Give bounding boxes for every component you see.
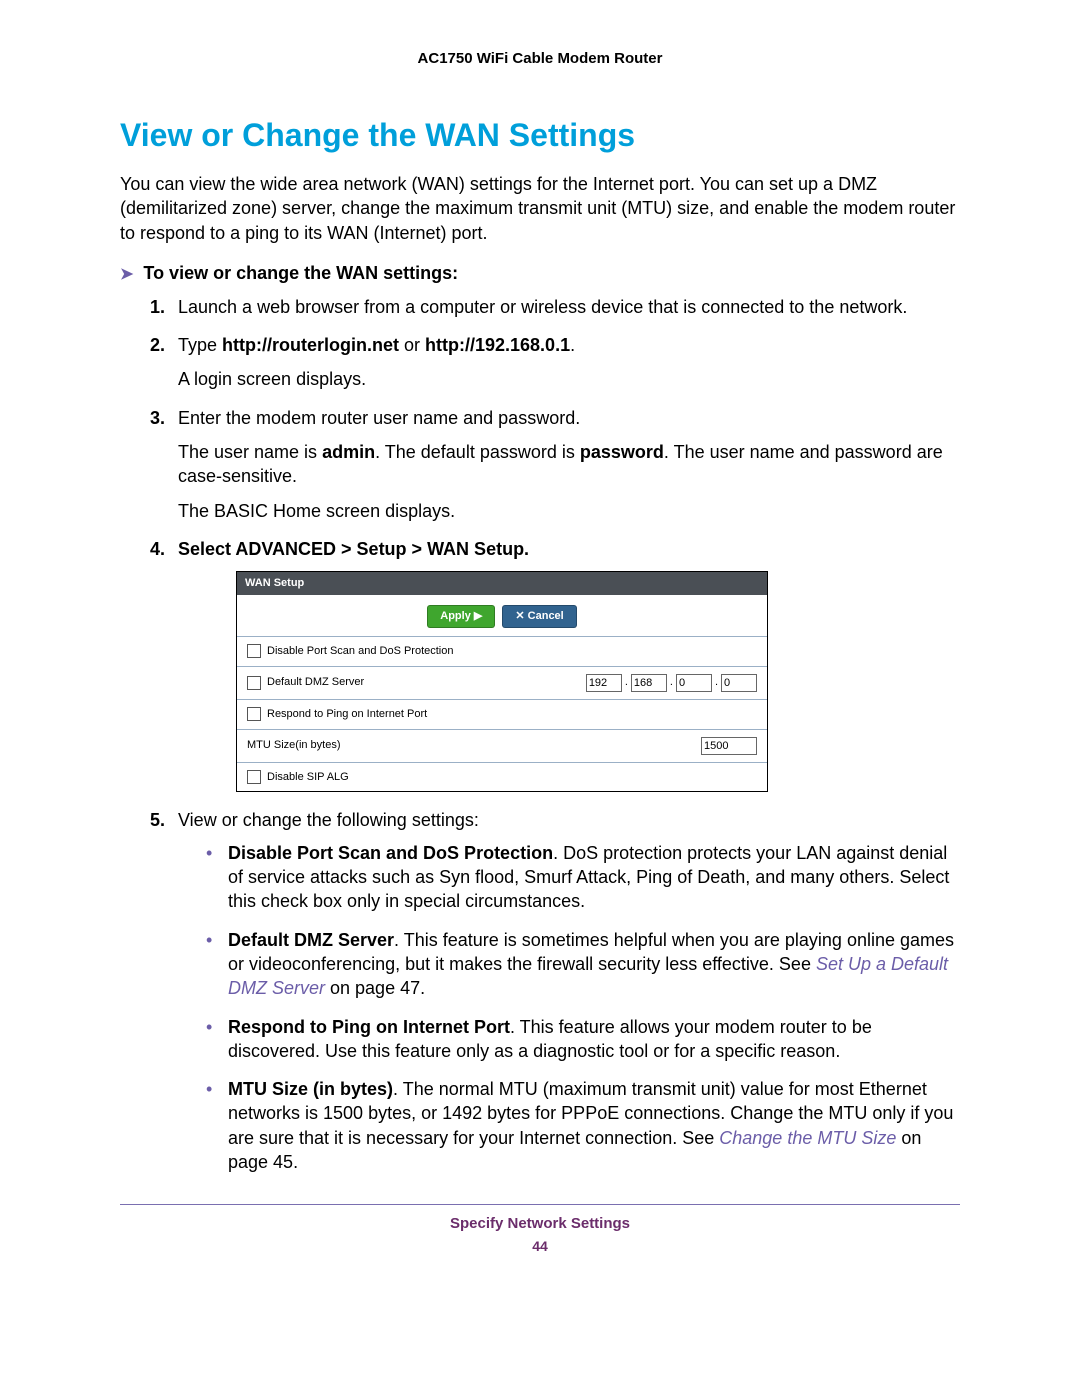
bullet-mtu: MTU Size (in bytes). The normal MTU (max… bbox=[206, 1077, 960, 1174]
bullet-text: on page 47. bbox=[325, 978, 425, 998]
bullet-ping: Respond to Ping on Internet Port. This f… bbox=[206, 1015, 960, 1064]
footer-title: Specify Network Settings bbox=[120, 1215, 960, 1232]
step-text: Enter the modem router user name and pas… bbox=[178, 408, 580, 428]
mtu-input[interactable] bbox=[701, 737, 757, 755]
step-subtext: The user name is admin. The default pass… bbox=[178, 440, 960, 489]
figure-row-portscan: Disable Port Scan and DoS Protection bbox=[237, 636, 767, 666]
step-number: 1. bbox=[150, 295, 165, 319]
step-number: 3. bbox=[150, 406, 165, 430]
step-text: View or change the following settings: bbox=[178, 810, 479, 830]
step-1: 1. Launch a web browser from a computer … bbox=[150, 295, 960, 319]
wan-setup-figure: WAN Setup Apply ▶ ✕ Cancel Disable Port … bbox=[236, 571, 768, 792]
step-number: 2. bbox=[150, 333, 165, 357]
figure-row-ping: Respond to Ping on Internet Port bbox=[237, 699, 767, 729]
arrow-icon: ➤ bbox=[120, 263, 133, 287]
text: . bbox=[570, 335, 575, 355]
footer: Specify Network Settings 44 bbox=[120, 1215, 960, 1254]
bullet-bold: Disable Port Scan and DoS Protection bbox=[228, 843, 553, 863]
step-number: 4. bbox=[150, 537, 165, 561]
procedure-heading-text: To view or change the WAN settings: bbox=[143, 263, 458, 284]
xref-mtu[interactable]: Change the MTU Size bbox=[719, 1128, 896, 1148]
footer-rule bbox=[120, 1204, 960, 1205]
bullet-bold: Respond to Ping on Internet Port bbox=[228, 1017, 510, 1037]
procedure-heading: ➤ To view or change the WAN settings: bbox=[120, 263, 960, 287]
ip-octet-4[interactable] bbox=[721, 674, 757, 692]
figure-row-dmz: Default DMZ Server . . . bbox=[237, 666, 767, 699]
step-text: Launch a web browser from a computer or … bbox=[178, 297, 907, 317]
step-3: 3. Enter the modem router user name and … bbox=[150, 406, 960, 523]
bullet-dmz: Default DMZ Server. This feature is some… bbox=[206, 928, 960, 1001]
section-title: View or Change the WAN Settings bbox=[120, 117, 960, 154]
row-label: Disable SIP ALG bbox=[267, 770, 349, 785]
figure-row-sip: Disable SIP ALG bbox=[237, 762, 767, 792]
ip-octet-3[interactable] bbox=[676, 674, 712, 692]
text: or bbox=[399, 335, 425, 355]
bullet-portscan: Disable Port Scan and DoS Protection. Do… bbox=[206, 841, 960, 914]
bullet-bold: Default DMZ Server bbox=[228, 930, 394, 950]
step-subtext: The BASIC Home screen displays. bbox=[178, 499, 960, 523]
figure-titlebar: WAN Setup bbox=[237, 572, 767, 595]
step-4: 4. Select ADVANCED > Setup > WAN Setup. … bbox=[150, 537, 960, 793]
url-text: http://routerlogin.net bbox=[222, 335, 399, 355]
step-2: 2. Type http://routerlogin.net or http:/… bbox=[150, 333, 960, 392]
row-label: MTU Size(in bytes) bbox=[247, 738, 341, 753]
ip-octets: . . . bbox=[586, 674, 757, 692]
checkbox-portscan[interactable] bbox=[247, 644, 261, 658]
cancel-button[interactable]: ✕ Cancel bbox=[502, 605, 576, 628]
bold-text: password bbox=[580, 442, 664, 462]
figure-row-mtu: MTU Size(in bytes) bbox=[237, 729, 767, 762]
text: The user name is bbox=[178, 442, 322, 462]
figure-button-row: Apply ▶ ✕ Cancel bbox=[237, 595, 767, 636]
row-label: Respond to Ping on Internet Port bbox=[267, 707, 427, 722]
row-label: Default DMZ Server bbox=[267, 675, 364, 690]
intro-paragraph: You can view the wide area network (WAN)… bbox=[120, 172, 960, 245]
checkbox-ping[interactable] bbox=[247, 707, 261, 721]
row-label: Disable Port Scan and DoS Protection bbox=[267, 644, 454, 659]
bullet-bold: MTU Size (in bytes) bbox=[228, 1079, 393, 1099]
url-text: http://192.168.0.1 bbox=[425, 335, 570, 355]
step-number: 5. bbox=[150, 808, 165, 832]
checkbox-sip[interactable] bbox=[247, 770, 261, 784]
checkbox-dmz[interactable] bbox=[247, 676, 261, 690]
apply-button[interactable]: Apply ▶ bbox=[427, 605, 495, 628]
step-subtext: A login screen displays. bbox=[178, 367, 960, 391]
page-number: 44 bbox=[120, 1238, 960, 1254]
text: Type bbox=[178, 335, 222, 355]
text: . The default password is bbox=[375, 442, 580, 462]
document-header: AC1750 WiFi Cable Modem Router bbox=[120, 50, 960, 67]
ip-octet-2[interactable] bbox=[631, 674, 667, 692]
step-text: Type http://routerlogin.net or http://19… bbox=[178, 335, 575, 355]
ip-octet-1[interactable] bbox=[586, 674, 622, 692]
bold-text: admin bbox=[322, 442, 375, 462]
step-bold-text: Select ADVANCED > Setup > WAN Setup. bbox=[178, 539, 529, 559]
step-5: 5. View or change the following settings… bbox=[150, 808, 960, 1174]
